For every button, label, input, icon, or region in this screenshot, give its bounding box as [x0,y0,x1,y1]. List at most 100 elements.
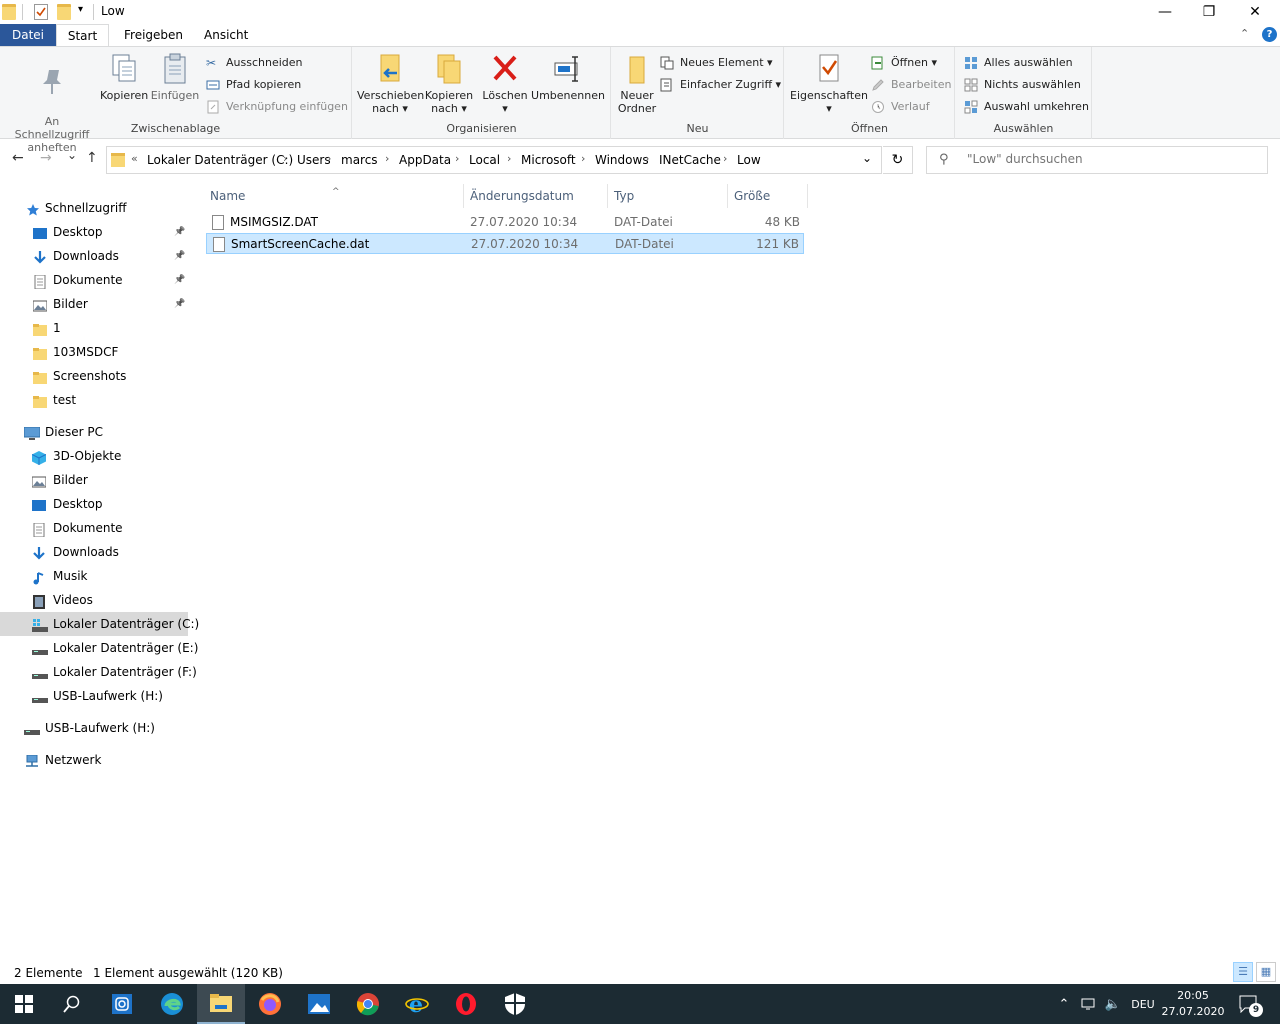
nav-quick-item[interactable]: Desktop 📌 [0,220,188,244]
collapse-ribbon-icon[interactable]: ⌃ [1240,27,1249,40]
cut-button[interactable]: ✂ Ausschneiden [206,53,303,73]
file-row[interactable]: SmartScreenCache.dat 27.07.2020 10:34 DAT-… [206,233,804,254]
maximize-button[interactable]: ❐ [1186,0,1232,24]
breadcrumb-separator[interactable]: › [385,152,389,165]
nav-pc-item[interactable]: Lokaler Datenträger (C:) [0,612,199,636]
nav-pc-item[interactable]: Lokaler Datenträger (F:) [0,660,197,684]
nav-pc-item[interactable]: Dokumente [0,516,188,540]
new-folder-qa-icon[interactable] [57,4,71,20]
large-icons-view-button[interactable]: ▦ [1256,962,1276,982]
nav-quick-item[interactable]: Screenshots [0,364,188,388]
breadcrumb-item[interactable]: Microsoft [521,153,576,167]
breadcrumb-separator[interactable]: › [723,152,727,165]
refresh-button[interactable]: ↻ [883,146,913,174]
customize-qa-icon[interactable]: ▾ [78,4,83,15]
tab-ansicht[interactable]: Ansicht [192,24,260,46]
nav-pc-item[interactable]: Videos [0,588,188,612]
opera-app-button[interactable] [442,984,490,1024]
breadcrumb-item[interactable]: Low [737,153,761,167]
start-button[interactable] [0,984,48,1024]
nav-pc-item[interactable]: Lokaler Datenträger (E:) [0,636,198,660]
nav-usb-drive[interactable]: USB-Laufwerk (H:) [0,716,188,740]
invert-selection-button[interactable]: Auswahl umkehren [964,97,1089,117]
file-explorer-app-button[interactable] [197,984,245,1024]
paste-button[interactable]: Einfügen [150,51,200,102]
breadcrumb-item[interactable]: Users [297,153,331,167]
minimize-button[interactable]: — [1142,0,1188,24]
rename-button[interactable]: Umbenennen [531,51,605,102]
breadcrumb-item[interactable]: AppData [399,153,451,167]
address-dropdown-button[interactable]: ⌄ [862,151,872,165]
breadcrumb-item[interactable]: Windows [595,153,649,167]
pin-quick-access-button[interactable]: An Schnellzugriff anheften [6,51,98,154]
breadcrumb-separator[interactable]: › [645,152,649,165]
nav-pc-item[interactable]: Bilder [0,468,188,492]
tab-datei[interactable]: Datei [0,24,56,46]
column-size[interactable]: Größe [728,184,808,208]
nav-network[interactable]: Netzwerk [0,748,188,772]
edit-button[interactable]: Bearbeiten [871,75,951,95]
close-button[interactable]: ✕ [1232,0,1278,24]
forward-button[interactable]: → [40,150,52,166]
details-view-button[interactable]: ☰ [1233,962,1253,982]
up-button[interactable]: ↑ [86,150,98,166]
firefox-app-button[interactable] [246,984,294,1024]
edge-app-button[interactable] [148,984,196,1024]
column-date[interactable]: Änderungsdatum [464,184,608,208]
new-item-button[interactable]: Neues Element ▾ [660,53,773,73]
delete-button[interactable]: Löschen ▾ [481,51,529,115]
nav-quick-item[interactable]: test [0,388,188,412]
chrome-app-button[interactable] [344,984,392,1024]
nav-quick-item[interactable]: Downloads 📌 [0,244,188,268]
move-to-button[interactable]: Verschieben nach ▾ [357,51,424,115]
tab-freigeben[interactable]: Freigeben [112,24,195,46]
history-button[interactable]: Verlauf [871,97,930,117]
properties-qa-icon[interactable] [34,4,48,20]
column-name[interactable]: Name ^ [204,184,464,208]
recent-locations-button[interactable]: ⌄ [67,148,77,162]
nav-quick-item[interactable]: 103MSDCF [0,340,188,364]
nav-pc-item[interactable]: Downloads [0,540,188,564]
volume-icon[interactable]: 🔈 [1102,984,1124,1024]
breadcrumb-item[interactable]: marcs [341,153,378,167]
address-bar[interactable]: « Lokaler Datenträger (C:) › Users › marcs › A… [106,146,882,174]
open-button[interactable]: Öffnen ▾ [871,53,937,73]
file-row[interactable]: MSIMGSIZ.DAT 27.07.2020 10:34 DAT-Datei 48 … [206,212,804,233]
breadcrumb-item[interactable]: INetCache [659,153,721,167]
network-icon[interactable] [1078,984,1100,1024]
copy-path-button[interactable]: Pfad kopieren [206,75,301,95]
copy-button[interactable]: Kopieren [100,51,148,102]
search-input[interactable] [967,152,1257,166]
clock[interactable]: 20:05 27.07.2020 [1158,988,1228,1020]
properties-button[interactable]: Eigenschaften ▾ [789,51,869,115]
breadcrumb-separator[interactable]: › [581,152,585,165]
photos-app-button[interactable] [295,984,343,1024]
breadcrumb-separator[interactable]: › [283,152,287,165]
internet-explorer-app-button[interactable]: e [393,984,441,1024]
breadcrumb-separator[interactable]: › [507,152,511,165]
nav-pc-item[interactable]: Musik [0,564,188,588]
breadcrumb-overflow[interactable]: « [131,152,138,165]
help-icon[interactable]: ? [1262,27,1277,42]
search-taskbar-button[interactable] [48,984,96,1024]
search-box[interactable]: ⚲ [926,146,1268,174]
breadcrumb-separator[interactable]: › [455,152,459,165]
nav-quick-item[interactable]: 1 [0,316,188,340]
show-hidden-icons-button[interactable]: ⌃ [1054,984,1074,1024]
copy-to-button[interactable]: Kopieren nach ▾ [423,51,475,115]
column-type[interactable]: Typ [608,184,728,208]
paste-shortcut-button[interactable]: Verknüpfung einfügen [206,97,348,117]
defender-app-button[interactable] [491,984,539,1024]
nav-this-pc[interactable]: Dieser PC [0,420,188,444]
nav-quick-item[interactable]: Bilder 📌 [0,292,188,316]
nav-quick-access[interactable]: Schnellzugriff [0,196,188,220]
select-none-button[interactable]: Nichts auswählen [964,75,1081,95]
nav-pc-item[interactable]: 3D-Objekte [0,444,188,468]
select-all-button[interactable]: Alles auswählen [964,53,1073,73]
breadcrumb-item[interactable]: Lokaler Datenträger (C:) [147,153,293,167]
nav-pc-item[interactable]: USB-Laufwerk (H:) [0,684,188,708]
easy-access-button[interactable]: Einfacher Zugriff ▾ [660,75,781,95]
tab-start[interactable]: Start [56,24,109,47]
back-button[interactable]: ← [12,150,24,166]
language-indicator[interactable]: DEU [1128,984,1158,1024]
